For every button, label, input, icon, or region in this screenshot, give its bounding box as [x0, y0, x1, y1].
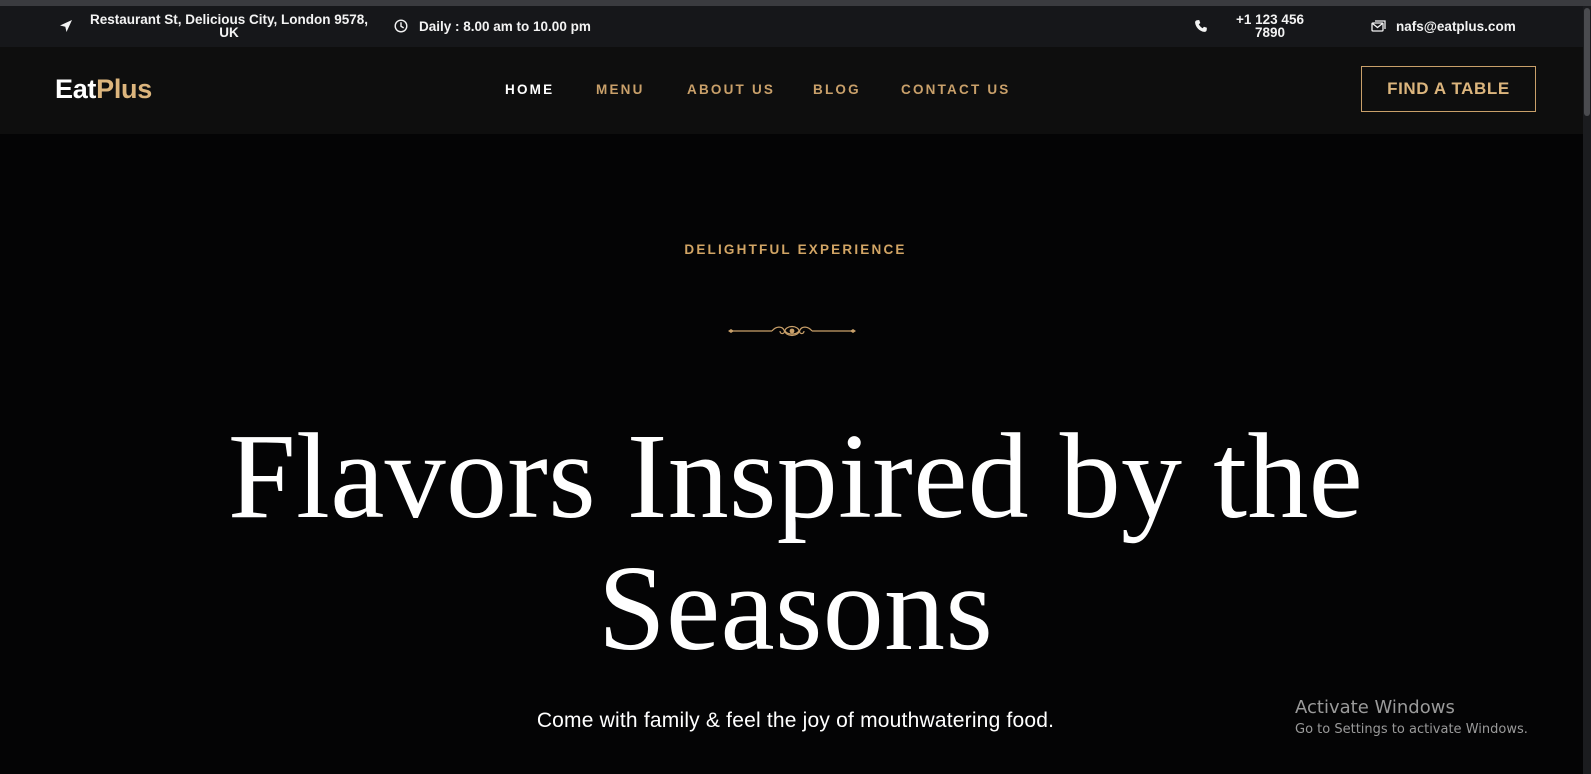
logo-text-plus: Plus	[96, 74, 152, 104]
nav-link-contact-us[interactable]: CONTACT US	[901, 82, 1011, 97]
hero-section: DELIGHTFUL EXPERIENCE Flavors Inspired b…	[0, 134, 1591, 774]
phone-icon	[1193, 18, 1209, 34]
mail-icon	[1370, 18, 1386, 34]
windows-activation-watermark: Activate Windows Go to Settings to activ…	[1295, 697, 1528, 737]
hours-info: Daily : 8.00 am to 10.00 pm	[393, 18, 591, 34]
email-text: nafs@eatplus.com	[1396, 18, 1516, 34]
hero-eyebrow: DELIGHTFUL EXPERIENCE	[684, 242, 907, 257]
nav-link-about-us[interactable]: ABOUT US	[687, 82, 775, 97]
phone-info[interactable]: +1 123 456 7890	[1193, 13, 1309, 39]
nav-link-menu[interactable]: MENU	[596, 82, 645, 97]
phone-text: +1 123 456 7890	[1236, 12, 1304, 40]
address-text: Restaurant St, Delicious City, London 95…	[89, 12, 369, 40]
site-logo[interactable]: EatPlus	[55, 74, 152, 105]
page-scrollbar[interactable]	[1583, 6, 1591, 774]
logo-text-eat: Eat	[55, 74, 97, 104]
scrollbar-thumb[interactable]	[1584, 8, 1590, 116]
location-arrow-icon	[58, 18, 74, 34]
clock-icon	[393, 18, 409, 34]
activation-subtitle: Go to Settings to activate Windows.	[1295, 722, 1528, 737]
activation-title: Activate Windows	[1295, 697, 1455, 718]
email-info[interactable]: nafs@eatplus.com	[1370, 18, 1516, 34]
hours-text: Daily : 8.00 am to 10.00 pm	[419, 18, 591, 34]
nav-link-blog[interactable]: BLOG	[813, 82, 861, 97]
hero-headline: Flavors Inspired by the Seasons	[227, 409, 1364, 676]
top-info-bar: Restaurant St, Delicious City, London 95…	[0, 6, 1591, 47]
ornament-divider-icon	[728, 319, 856, 348]
main-navbar: EatPlus HOME MENU ABOUT US BLOG CONTACT …	[0, 47, 1591, 134]
address-info: Restaurant St, Delicious City, London 95…	[58, 13, 374, 39]
nav-link-home[interactable]: HOME	[505, 82, 554, 97]
find-a-table-button[interactable]: FIND A TABLE	[1361, 66, 1536, 112]
